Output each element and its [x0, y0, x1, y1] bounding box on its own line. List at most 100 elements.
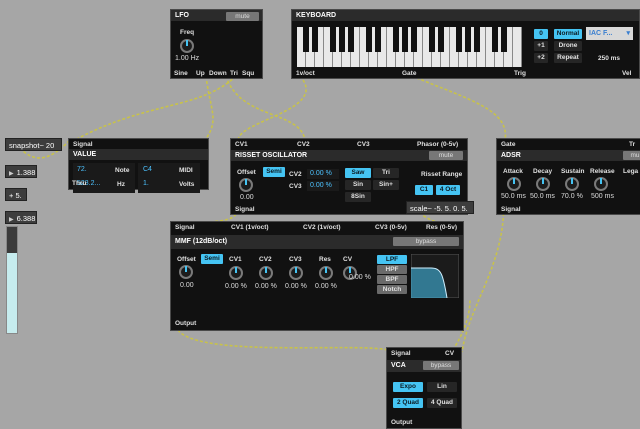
mmf-outlet-output[interactable]: Output — [175, 320, 196, 327]
midi-value[interactable]: C4 — [143, 166, 152, 173]
decay-knob[interactable] — [536, 177, 550, 191]
black-key[interactable] — [339, 27, 345, 52]
octave-plus1[interactable]: +1 — [534, 41, 548, 51]
wave-tri-button[interactable]: Tri — [373, 168, 399, 178]
mmf-semi-button[interactable]: Semi — [201, 254, 223, 264]
filter-bpf-button[interactable]: BPF — [377, 275, 407, 284]
lfo-out-up[interactable]: Up — [196, 70, 205, 77]
mode-normal-button[interactable]: Normal — [554, 29, 582, 39]
lfo-out-sine[interactable]: Sine — [174, 70, 188, 77]
black-key[interactable] — [348, 27, 354, 52]
add-object[interactable]: + 5. — [5, 188, 27, 201]
adsr-inlet-gate[interactable]: Gate — [501, 141, 515, 148]
risset-inlet-cv2[interactable]: CV2 — [297, 141, 310, 148]
risset-outlet-signal[interactable]: Signal — [235, 206, 255, 213]
octave-value[interactable]: 0 — [534, 29, 548, 39]
adsr-mute-button[interactable]: mu — [623, 151, 640, 160]
filter-notch-button[interactable]: Notch — [377, 285, 407, 294]
lfo-out-squ[interactable]: Squ — [242, 70, 254, 77]
black-key[interactable] — [402, 27, 408, 52]
adsr-inlet-trig[interactable]: Tr — [629, 141, 635, 148]
piano-keyboard[interactable] — [297, 27, 522, 67]
keyboard-out-trig[interactable]: Trig — [514, 70, 526, 77]
mmf-cv3-knob[interactable] — [289, 266, 303, 280]
lfo-out-down[interactable]: Down — [209, 70, 227, 77]
white-key[interactable] — [513, 27, 522, 67]
wave-8sin-button[interactable]: 8Sin — [345, 192, 371, 202]
black-key[interactable] — [474, 27, 480, 52]
black-key[interactable] — [303, 27, 309, 52]
vca-outlet-output[interactable]: Output — [391, 419, 412, 426]
scale-object[interactable]: scale~ -5. 5. 0. 5. — [406, 201, 474, 214]
black-key[interactable] — [411, 27, 417, 52]
snapshot-object[interactable]: snapshot~ 20 — [5, 138, 62, 151]
release-knob[interactable] — [594, 177, 608, 191]
midi-device-select[interactable]: IAC F... ▾ — [586, 27, 633, 40]
risset-inlet-cv3[interactable]: CV3 — [357, 141, 370, 148]
risset-offset-knob[interactable] — [239, 178, 253, 192]
wave-sin-button[interactable]: Sin — [345, 180, 371, 190]
risset-mute-button[interactable]: mute — [429, 151, 463, 160]
wave-saw-button[interactable]: Saw — [345, 168, 371, 178]
vca-lin-button[interactable]: Lin — [427, 382, 457, 392]
risset-inlet-phasor[interactable]: Phasor (0-5v) — [417, 141, 458, 148]
number-box-1[interactable]: ▶ 1.388 — [5, 165, 37, 178]
sustain-knob[interactable] — [565, 177, 579, 191]
volts-value[interactable]: 1. — [143, 180, 149, 187]
mmf-inlet-signal[interactable]: Signal — [175, 224, 195, 231]
lfo-freq-knob[interactable] — [180, 39, 194, 53]
black-key[interactable] — [312, 27, 318, 52]
mmf-res-knob[interactable] — [319, 266, 333, 280]
filter-hpf-button[interactable]: HPF — [377, 265, 407, 274]
vca-2quad-button[interactable]: 2 Quad — [393, 398, 423, 408]
mmf-offset-knob[interactable] — [179, 265, 193, 279]
number-box-2[interactable]: ▶ 6.388 — [5, 211, 37, 224]
risset-inlet-cv1[interactable]: CV1 — [235, 141, 248, 148]
vca-bypass-button[interactable]: bypass — [423, 361, 459, 370]
mmf-inlet-cv2[interactable]: CV2 (1v/oct) — [303, 224, 341, 231]
risset-cv2-value[interactable]: 0.00 % — [310, 170, 332, 177]
lfo-out-tri[interactable]: Tri — [230, 70, 238, 77]
black-key[interactable] — [501, 27, 507, 52]
black-key[interactable] — [438, 27, 444, 52]
note-value[interactable]: 72. — [77, 166, 87, 173]
wave-sinplus-button[interactable]: Sin+ — [373, 180, 399, 190]
level-meter[interactable] — [6, 226, 18, 334]
mmf-inlet-cv1[interactable]: CV1 (1v/oct) — [231, 224, 269, 231]
adsr-outlet-signal[interactable]: Signal — [501, 206, 521, 213]
vca-4quad-button[interactable]: 4 Quad — [427, 398, 457, 408]
mmf-cv1-knob[interactable] — [229, 266, 243, 280]
value-inlet-signal[interactable]: Signal — [73, 141, 93, 148]
value-thru-label[interactable]: Thru — [72, 180, 86, 187]
note-label: Note — [115, 167, 130, 174]
octave-plus2[interactable]: +2 — [534, 53, 548, 63]
risset-range-low[interactable]: C1 — [415, 185, 433, 195]
mmf-bypass-button[interactable]: bypass — [393, 237, 459, 246]
mmf-inlet-cv3[interactable]: CV3 (0-5v) — [375, 224, 407, 231]
vca-inlet-signal[interactable]: Signal — [391, 350, 411, 357]
risset-range-high[interactable]: 4 Oct — [436, 185, 460, 195]
lfo-mute-button[interactable]: mute — [226, 12, 259, 21]
black-key[interactable] — [393, 27, 399, 52]
mode-repeat-button[interactable]: Repeat — [554, 53, 582, 63]
mmf-cv2-knob[interactable] — [259, 266, 273, 280]
vca-expo-button[interactable]: Expo — [393, 382, 423, 392]
keyboard-out-1voct[interactable]: 1v/oct — [296, 70, 315, 77]
black-key[interactable] — [366, 27, 372, 52]
mmf-inlet-res[interactable]: Res (0-5v) — [426, 224, 457, 231]
black-key[interactable] — [375, 27, 381, 52]
risset-cv3-value[interactable]: 0.00 % — [310, 182, 332, 189]
keyboard-out-vel[interactable]: Vel — [622, 70, 631, 77]
attack-knob[interactable] — [507, 177, 521, 191]
keyboard-out-gate[interactable]: Gate — [402, 70, 416, 77]
risset-semi-button[interactable]: Semi — [263, 167, 285, 177]
vca-inlet-cv[interactable]: CV — [445, 350, 454, 357]
filter-lpf-button[interactable]: LPF — [377, 255, 407, 264]
black-key[interactable] — [465, 27, 471, 52]
legato-label[interactable]: Lega — [623, 168, 638, 175]
black-key[interactable] — [492, 27, 498, 52]
mode-drone-button[interactable]: Drone — [554, 41, 582, 51]
black-key[interactable] — [330, 27, 336, 52]
black-key[interactable] — [429, 27, 435, 52]
black-key[interactable] — [456, 27, 462, 52]
